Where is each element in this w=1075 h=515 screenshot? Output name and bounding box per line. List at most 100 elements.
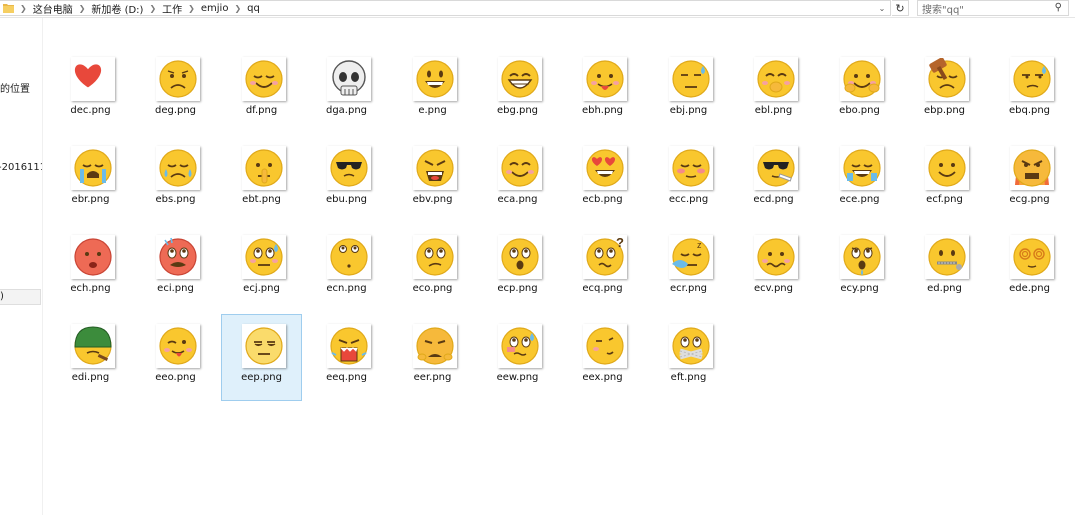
file-item[interactable]: ebs.png bbox=[135, 136, 216, 223]
smile-face-icon bbox=[498, 146, 542, 190]
nervous-face-icon bbox=[498, 324, 542, 368]
file-name-label: ecd.png bbox=[753, 194, 794, 205]
chevron-right-icon[interactable]: ❯ bbox=[79, 4, 86, 13]
file-item[interactable]: ebh.png bbox=[562, 47, 643, 134]
file-item[interactable]: df.png bbox=[221, 47, 302, 134]
chevron-right-icon[interactable]: ❯ bbox=[20, 4, 27, 13]
screaming-face-icon bbox=[327, 324, 371, 368]
skeptical-face-icon bbox=[413, 235, 457, 279]
refresh-icon: ↻ bbox=[895, 1, 905, 15]
file-item[interactable]: ecy.png bbox=[819, 225, 900, 312]
nav-item-selected[interactable]: ) bbox=[0, 289, 41, 305]
file-item[interactable]: ecv.png bbox=[733, 225, 814, 312]
file-item[interactable]: ecd.png bbox=[733, 136, 814, 223]
chevron-right-icon[interactable]: ❯ bbox=[149, 4, 156, 13]
address-history-dropdown[interactable]: ⌄ bbox=[876, 1, 888, 15]
file-item[interactable]: ech.png bbox=[50, 225, 131, 312]
file-item[interactable]: eew.png bbox=[477, 314, 558, 401]
file-name-label: ebo.png bbox=[839, 105, 880, 116]
svg-text:z: z bbox=[697, 240, 702, 250]
file-item[interactable]: eeq.png bbox=[306, 314, 387, 401]
file-item[interactable]: ebl.png bbox=[733, 47, 814, 134]
file-item[interactable]: ebt.png bbox=[221, 136, 302, 223]
wink-tongue-face-icon bbox=[156, 324, 200, 368]
file-name-label: e.png bbox=[418, 105, 447, 116]
file-item[interactable]: ebv.png bbox=[392, 136, 473, 223]
file-item[interactable]: eex.png bbox=[562, 314, 643, 401]
file-item[interactable]: ebq.png bbox=[989, 47, 1070, 134]
address-bar[interactable]: ❯ 这台电脑 ❯ 新加卷 (D:) ❯ 工作 ❯ emjio ❯ qq ⌄ bbox=[0, 0, 891, 16]
file-item[interactable]: ece.png bbox=[819, 136, 900, 223]
navigation-pane: 的位置 -2016111 ) bbox=[0, 18, 43, 515]
file-item[interactable]: ecb.png bbox=[562, 136, 643, 223]
file-item[interactable]: z ecr.png bbox=[648, 225, 729, 312]
nav-item-locations[interactable]: 的位置 bbox=[0, 80, 30, 95]
laugh-tears-face-icon bbox=[840, 146, 884, 190]
sweat-face-icon bbox=[669, 57, 713, 101]
nav-item-folder-2016111[interactable]: -2016111 bbox=[0, 162, 42, 173]
address-bar-area: ❯ 这台电脑 ❯ 新加卷 (D:) ❯ 工作 ❯ emjio ❯ qq ⌄ ↻ … bbox=[0, 0, 1075, 18]
file-item[interactable]: dec.png bbox=[50, 47, 131, 134]
file-name-label: ecf.png bbox=[926, 194, 963, 205]
file-name-label: ebs.png bbox=[155, 194, 196, 205]
breadcrumb-this-pc[interactable]: 这台电脑 bbox=[33, 1, 73, 16]
file-item[interactable]: ebr.png bbox=[50, 136, 131, 223]
file-name-label: ecn.png bbox=[326, 283, 367, 294]
file-item[interactable]: ecg.png bbox=[989, 136, 1070, 223]
file-item[interactable]: deg.png bbox=[135, 47, 216, 134]
heart-icon bbox=[71, 57, 115, 101]
file-name-label: ebu.png bbox=[325, 194, 368, 205]
breadcrumb-qq[interactable]: qq bbox=[247, 3, 260, 14]
file-item[interactable]: ebo.png bbox=[819, 47, 900, 134]
breadcrumb-work[interactable]: 工作 bbox=[162, 1, 182, 16]
breadcrumb-emjio[interactable]: emjio bbox=[201, 3, 229, 14]
search-box[interactable]: 搜索"qq" ⚲ bbox=[917, 0, 1069, 16]
furious-face-icon bbox=[1010, 146, 1054, 190]
file-item[interactable]: eer.png bbox=[392, 314, 473, 401]
file-item[interactable]: dga.png bbox=[306, 47, 387, 134]
file-name-label: eer.png bbox=[413, 372, 452, 383]
file-item[interactable]: ebj.png bbox=[648, 47, 729, 134]
file-item[interactable]: ecj.png bbox=[221, 225, 302, 312]
file-name-label: ebl.png bbox=[754, 105, 793, 116]
giggle-face-icon bbox=[754, 57, 798, 101]
search-icon[interactable]: ⚲ bbox=[1055, 2, 1062, 13]
file-name-label: ebp.png bbox=[923, 105, 966, 116]
big-grin-face-icon bbox=[498, 57, 542, 101]
chevron-right-icon[interactable]: ❯ bbox=[188, 4, 195, 13]
refresh-button[interactable]: ↻ bbox=[892, 0, 909, 16]
file-item[interactable]: eco.png bbox=[392, 225, 473, 312]
file-item[interactable]: ecp.png bbox=[477, 225, 558, 312]
file-item[interactable]: eca.png bbox=[477, 136, 558, 223]
file-item[interactable]: eeo.png bbox=[135, 314, 216, 401]
svg-text:?: ? bbox=[616, 236, 624, 250]
file-item[interactable]: e.png bbox=[392, 47, 473, 134]
breadcrumb-drive-d[interactable]: 新加卷 (D:) bbox=[91, 1, 143, 16]
file-item[interactable]: edi.png bbox=[50, 314, 131, 401]
file-item[interactable]: ebu.png bbox=[306, 136, 387, 223]
file-item[interactable]: eep.png bbox=[221, 314, 302, 401]
red-angry-face-icon bbox=[156, 235, 200, 279]
file-item[interactable]: ? ecq.png bbox=[562, 225, 643, 312]
worried-sweat-face-icon bbox=[242, 235, 286, 279]
file-item[interactable]: ed.png bbox=[904, 225, 985, 312]
file-item[interactable]: ede.png bbox=[989, 225, 1070, 312]
file-item[interactable]: ecf.png bbox=[904, 136, 985, 223]
file-name-label: eft.png bbox=[670, 372, 707, 383]
sad-face-icon bbox=[156, 57, 200, 101]
file-name-label: df.png bbox=[245, 105, 278, 116]
confused-face-icon: ? bbox=[583, 235, 627, 279]
hammer-face-icon bbox=[925, 57, 969, 101]
file-item[interactable]: ebp.png bbox=[904, 47, 985, 134]
chevron-right-icon[interactable]: ❯ bbox=[234, 4, 241, 13]
bandaged-face-icon bbox=[669, 324, 713, 368]
red-dizzy-face-icon bbox=[71, 235, 115, 279]
file-item[interactable]: ecn.png bbox=[306, 225, 387, 312]
file-name-label: ede.png bbox=[1009, 283, 1050, 294]
nav-item-selected-label: ) bbox=[0, 291, 4, 302]
file-item[interactable]: eci.png bbox=[135, 225, 216, 312]
helmet-face-icon bbox=[71, 324, 115, 368]
file-item[interactable]: eft.png bbox=[648, 314, 729, 401]
file-item[interactable]: ecc.png bbox=[648, 136, 729, 223]
file-item[interactable]: ebg.png bbox=[477, 47, 558, 134]
